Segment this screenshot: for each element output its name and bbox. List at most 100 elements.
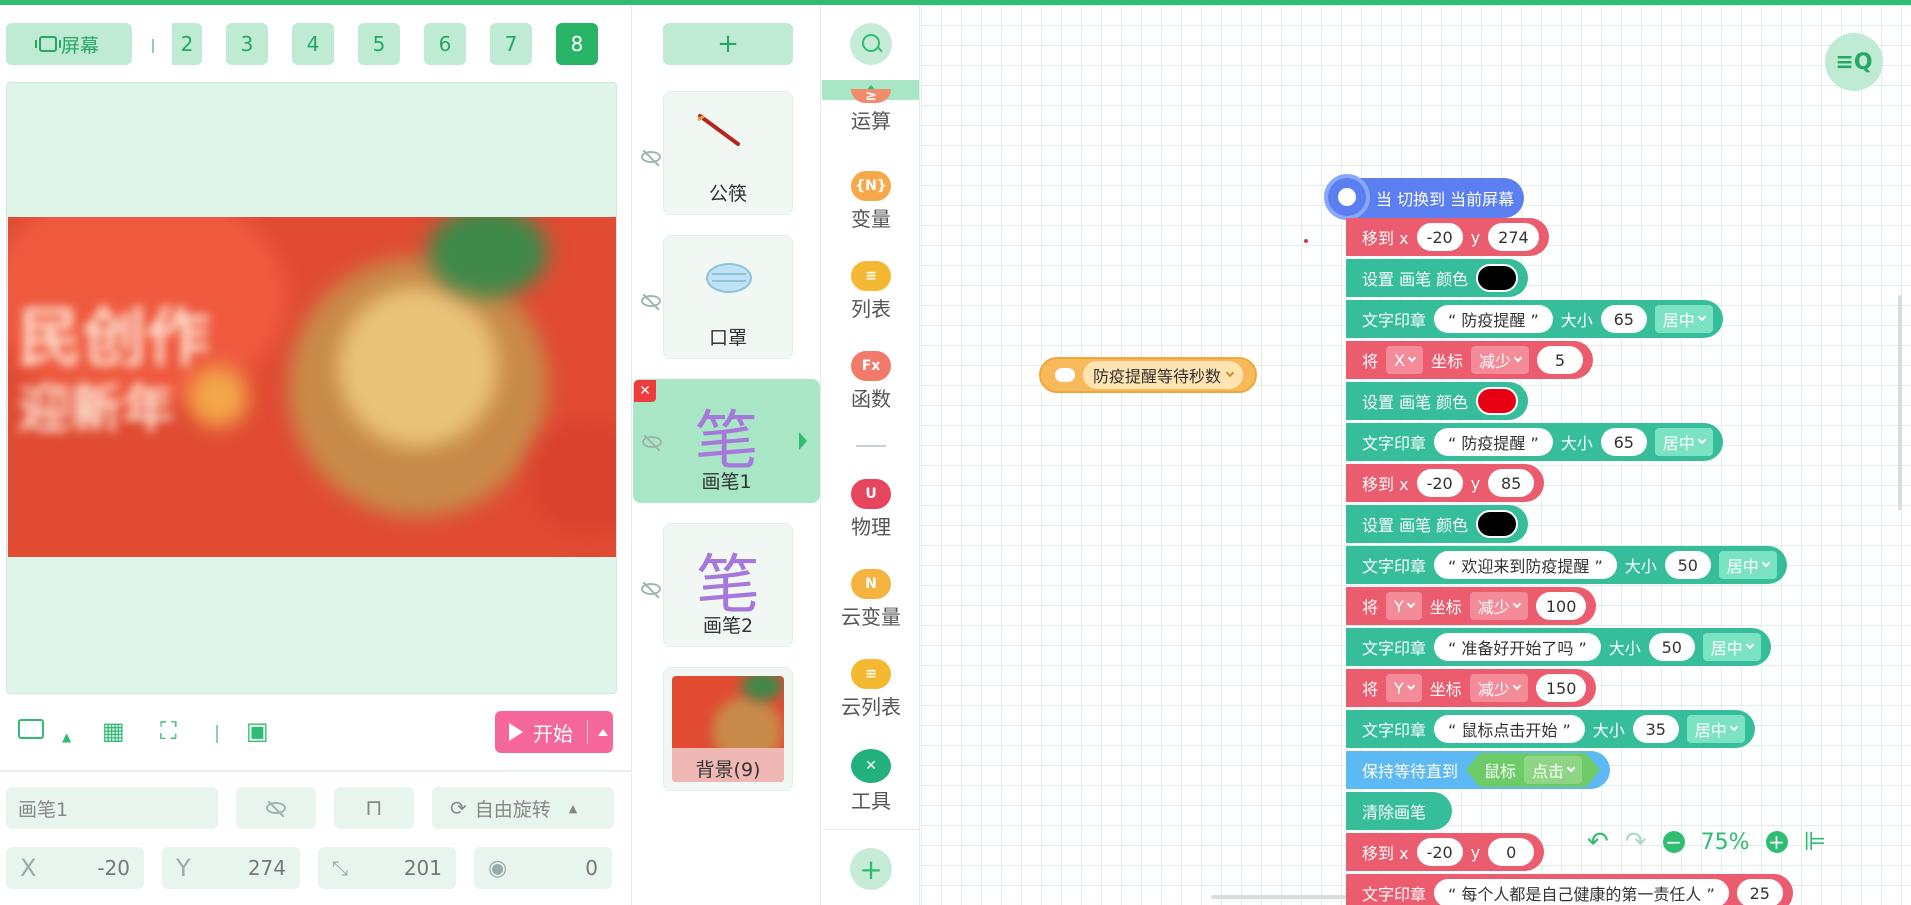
- number-input[interactable]: -20: [1416, 223, 1463, 251]
- align-blocks-icon[interactable]: ⊫: [1804, 827, 1827, 857]
- align-select[interactable]: 居中: [1686, 715, 1745, 743]
- align-select[interactable]: 居中: [1718, 551, 1777, 579]
- text-stamp-block[interactable]: 文字印章 “ 欢迎来到防疫提醒 ” 大小 50 居中: [1346, 546, 1787, 584]
- number-input[interactable]: -20: [1416, 838, 1463, 866]
- start-options-icon[interactable]: [598, 728, 608, 736]
- number-input[interactable]: 25: [1736, 879, 1783, 905]
- move-to-block[interactable]: 移到 x -20 y 0: [1346, 833, 1545, 871]
- number-input[interactable]: 65: [1600, 305, 1647, 333]
- page-tab-8[interactable]: 8: [556, 23, 598, 65]
- number-input[interactable]: 85: [1488, 469, 1535, 497]
- stage-canvas[interactable]: 民创作 迎新年: [6, 82, 617, 694]
- search-icon[interactable]: [850, 23, 892, 65]
- sprite-name-input[interactable]: 画笔1: [6, 787, 218, 829]
- number-input[interactable]: 50: [1664, 551, 1711, 579]
- variable-select[interactable]: 防疫提醒等待秒数: [1083, 361, 1244, 389]
- add-extension-button[interactable]: +: [850, 848, 892, 890]
- axis-select[interactable]: Y: [1386, 592, 1422, 620]
- variable-block[interactable]: 防疫提醒等待秒数: [1039, 357, 1258, 393]
- category-variables[interactable]: {N} 变量: [822, 171, 920, 232]
- chevron-right-icon[interactable]: [799, 432, 807, 450]
- hidden-eye-icon[interactable]: [641, 295, 661, 307]
- page-tab-4[interactable]: 4: [292, 23, 334, 65]
- category-operators[interactable]: ≥ 运算: [822, 88, 920, 134]
- align-select[interactable]: 居中: [1654, 305, 1713, 333]
- move-to-block[interactable]: 移到 x -20 y 85: [1346, 464, 1545, 502]
- number-input[interactable]: -20: [1416, 469, 1463, 497]
- set-pen-color-block[interactable]: 设置 画笔 颜色: [1346, 382, 1529, 420]
- add-sprite-button[interactable]: +: [663, 23, 793, 65]
- stage-size-icon[interactable]: [18, 719, 44, 739]
- preview-icon[interactable]: ▣: [246, 719, 269, 743]
- screen-button[interactable]: 屏幕: [6, 23, 132, 65]
- undo-icon[interactable]: ↶: [1587, 827, 1609, 857]
- text-input[interactable]: “ 防疫提醒 ”: [1434, 305, 1553, 333]
- redo-icon[interactable]: ↷: [1625, 827, 1647, 857]
- zoom-out-icon[interactable]: −: [1662, 831, 1685, 853]
- color-swatch[interactable]: [1476, 510, 1519, 538]
- page-tab-2[interactable]: 2: [172, 23, 202, 65]
- wait-until-block[interactable]: 保持等待直到 鼠标 点击: [1346, 751, 1611, 789]
- clear-pen-block[interactable]: 清除画笔: [1346, 792, 1453, 830]
- number-input[interactable]: 65: [1600, 428, 1647, 456]
- sprite-card-mask[interactable]: 口罩: [663, 235, 793, 359]
- code-workspace[interactable]: ≡Q 防疫提醒等待秒数 当 切换到 当前屏幕 移到 x -20 y 274 设置…: [921, 5, 1911, 905]
- text-input[interactable]: “ 每个人都是自己健康的第一责任人 ”: [1434, 879, 1729, 905]
- move-to-block[interactable]: 移到 x -20 y 274: [1346, 218, 1549, 256]
- category-functions[interactable]: Fx 函数: [822, 351, 920, 412]
- number-input[interactable]: 35: [1632, 715, 1679, 743]
- text-input[interactable]: “ 鼠标点击开始 ”: [1434, 715, 1585, 743]
- number-input[interactable]: 100: [1535, 592, 1587, 620]
- sprite-card-chopsticks[interactable]: 公筷: [663, 91, 793, 215]
- number-input[interactable]: 274: [1488, 223, 1539, 251]
- text-stamp-block[interactable]: 文字印章 “ 鼠标点击开始 ” 大小 35 居中: [1346, 710, 1755, 748]
- y-position-field[interactable]: Y 274: [162, 847, 300, 889]
- axis-select[interactable]: X: [1386, 346, 1423, 374]
- operation-select[interactable]: 减少: [1471, 346, 1530, 374]
- block-search-icon[interactable]: ≡Q: [1825, 33, 1883, 91]
- size-field[interactable]: ⤡ 201: [318, 847, 456, 889]
- x-position-field[interactable]: X -20: [6, 847, 144, 889]
- vertical-scrollbar[interactable]: [1898, 295, 1902, 510]
- number-input[interactable]: 150: [1535, 674, 1587, 702]
- text-input[interactable]: “ 准备好开始了吗 ”: [1434, 633, 1601, 661]
- hidden-eye-icon[interactable]: [641, 583, 661, 595]
- color-swatch[interactable]: [1476, 387, 1519, 415]
- page-tab-3[interactable]: 3: [226, 23, 268, 65]
- sprite-card-pen1[interactable]: ✕ 笔 画笔1: [633, 379, 820, 503]
- page-tab-5[interactable]: 5: [358, 23, 400, 65]
- number-input[interactable]: 50: [1648, 633, 1695, 661]
- text-stamp-block[interactable]: 文字印章 “ 每个人都是自己健康的第一责任人 ” 25: [1346, 874, 1793, 905]
- hidden-eye-icon[interactable]: [641, 151, 661, 163]
- sprite-card-pen2[interactable]: 笔 画笔2: [663, 523, 793, 647]
- number-input[interactable]: 0: [1488, 838, 1535, 866]
- fullscreen-icon[interactable]: ⛶: [160, 719, 177, 743]
- color-swatch[interactable]: [1476, 264, 1519, 292]
- operation-select[interactable]: 减少: [1469, 592, 1528, 620]
- page-tab-7[interactable]: 7: [490, 23, 532, 65]
- mouse-event-select[interactable]: 点击: [1524, 756, 1582, 784]
- direction-field[interactable]: ◉ 0: [474, 847, 612, 889]
- page-tab-6[interactable]: 6: [424, 23, 466, 65]
- lock-toggle[interactable]: ⊓: [334, 787, 414, 829]
- change-coordinate-block[interactable]: 将 Y 坐标 减少 100: [1346, 587, 1597, 625]
- number-input[interactable]: 5: [1537, 346, 1584, 374]
- change-coordinate-block[interactable]: 将 X 坐标 减少 5: [1346, 341, 1594, 379]
- rotation-mode-select[interactable]: ⟳ 自由旋转 ▲: [432, 787, 614, 829]
- mouse-condition[interactable]: 鼠标 点击: [1466, 753, 1600, 787]
- category-cloud-lists[interactable]: ≡ 云列表: [822, 659, 920, 720]
- align-select[interactable]: 居中: [1654, 428, 1713, 456]
- category-physics[interactable]: U 物理: [822, 479, 920, 540]
- start-button[interactable]: 开始: [495, 711, 613, 753]
- zoom-in-icon[interactable]: +: [1765, 831, 1788, 853]
- text-stamp-block[interactable]: 文字印章 “ 防疫提醒 ” 大小 65 居中: [1346, 423, 1723, 461]
- background-card[interactable]: 背景(9): [663, 667, 793, 791]
- grid-icon[interactable]: ▦: [102, 719, 125, 743]
- text-input[interactable]: “ 欢迎来到防疫提醒 ”: [1434, 551, 1617, 579]
- category-lists[interactable]: ≡ 列表: [822, 261, 920, 322]
- text-stamp-block[interactable]: 文字印章 “ 防疫提醒 ” 大小 65 居中: [1346, 300, 1723, 338]
- align-select[interactable]: 居中: [1702, 633, 1761, 661]
- text-input[interactable]: “ 防疫提醒 ”: [1434, 428, 1553, 456]
- set-pen-color-block[interactable]: 设置 画笔 颜色: [1346, 259, 1529, 297]
- set-pen-color-block[interactable]: 设置 画笔 颜色: [1346, 505, 1529, 543]
